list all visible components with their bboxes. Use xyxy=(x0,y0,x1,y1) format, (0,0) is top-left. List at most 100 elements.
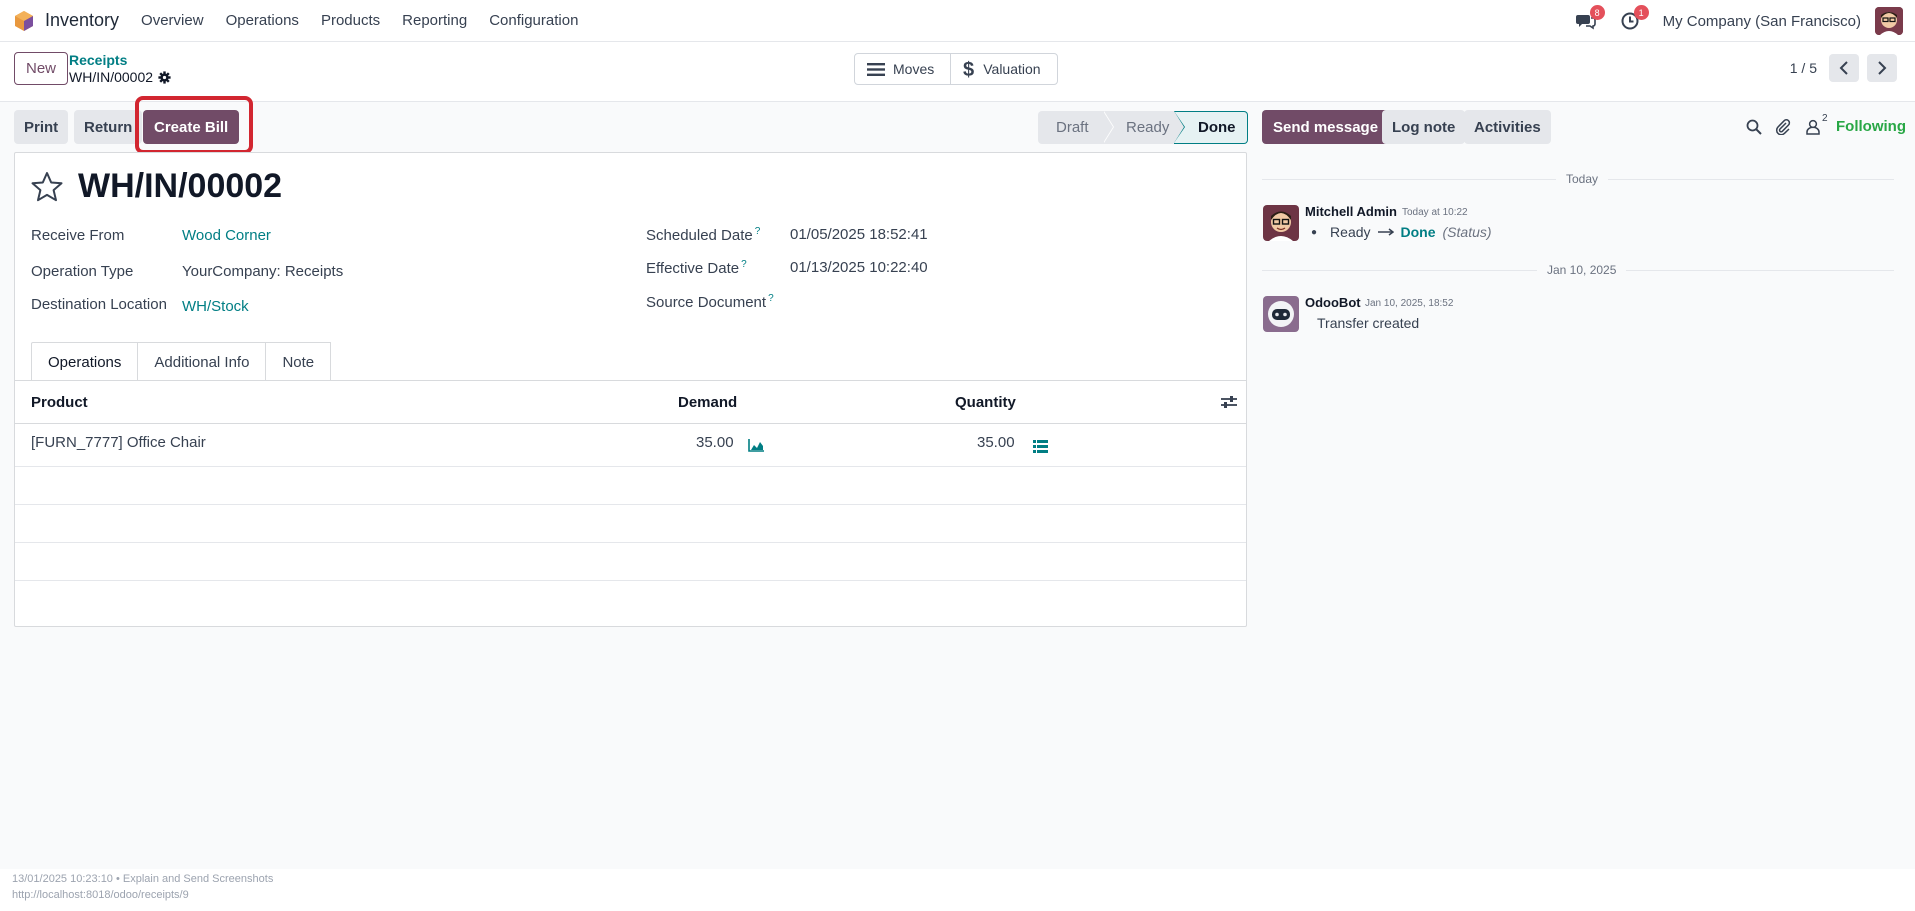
followers-icon[interactable] xyxy=(1804,118,1822,136)
receive-from-label: Receive From xyxy=(31,227,125,244)
log-note-button[interactable]: Log note xyxy=(1382,110,1466,144)
moves-label: Moves xyxy=(893,61,935,77)
stage-draft-label: Draft xyxy=(1056,119,1089,136)
messages-icon[interactable]: 8 xyxy=(1575,5,1605,32)
stage-done[interactable]: Done xyxy=(1174,111,1248,144)
table-row-empty xyxy=(15,505,1246,543)
effective-date-field[interactable]: 01/13/2025 10:22:40 xyxy=(790,259,928,276)
destination-location-label: Destination Location xyxy=(31,296,167,313)
search-icon[interactable] xyxy=(1745,118,1763,136)
breadcrumb-current-label: WH/IN/00002 xyxy=(69,69,154,85)
help-icon[interactable]: ? xyxy=(755,226,761,237)
create-bill-button[interactable]: Create Bill xyxy=(143,110,240,144)
company-switcher[interactable]: My Company (San Francisco) xyxy=(1663,13,1861,30)
destination-location-field[interactable]: WH/Stock xyxy=(182,298,249,315)
tracking-change: ● Ready Done (Status) xyxy=(1311,224,1492,240)
source-document-label: Source Document? xyxy=(646,293,774,311)
tab-operations[interactable]: Operations xyxy=(31,342,139,381)
column-quantity[interactable]: Quantity xyxy=(955,394,1016,411)
optional-columns-icon[interactable] xyxy=(1221,395,1237,409)
row-product[interactable]: [FURN_7777] Office Chair xyxy=(31,434,206,451)
receive-from-field[interactable]: Wood Corner xyxy=(182,227,271,244)
tab-additional-info[interactable]: Additional Info xyxy=(138,342,267,381)
table-row-empty xyxy=(15,467,1246,505)
help-icon[interactable]: ? xyxy=(741,259,747,270)
odoobot-avatar[interactable] xyxy=(1263,296,1299,332)
screenshot-footer: 13/01/2025 10:23:10 • Explain and Send S… xyxy=(0,869,1915,911)
help-icon[interactable]: ? xyxy=(768,293,774,304)
valuation-label: Valuation xyxy=(983,61,1041,77)
paperclip-icon[interactable] xyxy=(1774,118,1792,136)
activities-clock-icon[interactable]: 1 xyxy=(1619,5,1649,32)
menu-operations[interactable]: Operations xyxy=(226,12,299,29)
breadcrumb-receipts[interactable]: Receipts xyxy=(69,52,127,68)
svg-text:$: $ xyxy=(963,59,974,79)
message-body: Transfer created xyxy=(1317,315,1420,331)
menu-products[interactable]: Products xyxy=(321,12,380,29)
chevron-left-icon xyxy=(1839,61,1848,75)
star-icon[interactable] xyxy=(31,171,63,203)
message-author[interactable]: OdooBot xyxy=(1305,295,1361,310)
message-date: Jan 10, 2025, 18:52 xyxy=(1365,298,1454,309)
inventory-app-icon[interactable] xyxy=(13,10,35,32)
record-title: WH/IN/00002 xyxy=(78,167,283,205)
valuation-smart-button[interactable]: $ Valuation xyxy=(950,54,1056,84)
stage-done-label: Done xyxy=(1198,119,1236,136)
dollar-icon: $ xyxy=(963,59,974,79)
column-product[interactable]: Product xyxy=(31,394,88,411)
row-quantity[interactable]: 35.00 xyxy=(977,434,1015,451)
messages-badge: 8 xyxy=(1589,5,1605,20)
menu-configuration[interactable]: Configuration xyxy=(489,12,578,29)
column-demand[interactable]: Demand xyxy=(678,394,737,411)
app-name[interactable]: Inventory xyxy=(45,10,119,31)
gear-icon[interactable] xyxy=(158,70,171,84)
list-icon xyxy=(867,62,885,76)
pager-value[interactable]: 1 / 5 xyxy=(1790,60,1817,76)
forecast-chart-icon[interactable] xyxy=(748,439,764,452)
stage-ready[interactable]: Ready xyxy=(1104,111,1185,144)
message-date: Today at 10:22 xyxy=(1402,207,1468,218)
scheduled-date-field[interactable]: 01/05/2025 18:52:41 xyxy=(790,226,928,243)
moves-smart-button[interactable]: Moves xyxy=(855,54,950,84)
send-message-button[interactable]: Send message xyxy=(1262,110,1390,144)
stage-ready-label: Ready xyxy=(1126,119,1170,136)
operation-type-label: Operation Type xyxy=(31,263,134,280)
pager: 1 / 5 xyxy=(1790,54,1897,82)
activities-badge: 1 xyxy=(1633,5,1649,20)
tab-note[interactable]: Note xyxy=(266,342,332,381)
following-toggle[interactable]: Following xyxy=(1836,118,1906,135)
stage-draft[interactable]: Draft xyxy=(1038,111,1114,144)
scheduled-date-label: Scheduled Date? xyxy=(646,226,761,244)
breadcrumb-current: WH/IN/00002 xyxy=(69,69,171,85)
chevron-right-icon xyxy=(1878,61,1887,75)
effective-date-label: Effective Date? xyxy=(646,259,747,277)
message-author[interactable]: Mitchell Admin xyxy=(1305,204,1397,219)
footer-timestamp: 13/01/2025 10:23:10 • Explain and Send S… xyxy=(12,873,274,885)
followers-count: 2 xyxy=(1822,113,1828,124)
footer-url: http://localhost:8018/odoo/receipts/9 xyxy=(12,889,189,901)
print-button[interactable]: Print xyxy=(14,110,69,144)
smart-buttons: Moves $ Valuation xyxy=(854,53,1058,85)
pager-previous-button[interactable] xyxy=(1829,54,1859,82)
status-pipeline: Draft Ready Done xyxy=(1038,111,1248,144)
top-navbar: Inventory Overview Operations Products R… xyxy=(0,0,1915,42)
table-row[interactable]: [FURN_7777] Office Chair 35.00 35.00 xyxy=(15,424,1246,467)
return-button[interactable]: Return xyxy=(74,110,143,144)
row-demand[interactable]: 35.00 xyxy=(696,434,734,451)
new-button[interactable]: New xyxy=(14,52,69,85)
notebook-tabs: Operations Additional Info Note xyxy=(31,342,332,381)
date-separator-today: Today xyxy=(1556,172,1609,186)
operations-table-header: Product Demand Quantity xyxy=(15,381,1246,424)
operation-type-field[interactable]: YourCompany: Receipts xyxy=(182,263,343,280)
navbar-systray: 8 1 My Company (San Francisco) xyxy=(1575,0,1915,42)
user-avatar[interactable] xyxy=(1875,7,1903,35)
menu-reporting[interactable]: Reporting xyxy=(402,12,467,29)
mitchell-admin-avatar[interactable] xyxy=(1263,205,1299,241)
arrow-right-icon xyxy=(1377,228,1394,236)
tracking-new-value: Done xyxy=(1400,224,1436,240)
table-row-empty xyxy=(15,543,1246,581)
activities-button[interactable]: Activities xyxy=(1464,110,1551,144)
pager-next-button[interactable] xyxy=(1867,54,1897,82)
menu-overview[interactable]: Overview xyxy=(141,12,204,29)
detailed-operations-list-icon[interactable] xyxy=(1033,440,1048,453)
